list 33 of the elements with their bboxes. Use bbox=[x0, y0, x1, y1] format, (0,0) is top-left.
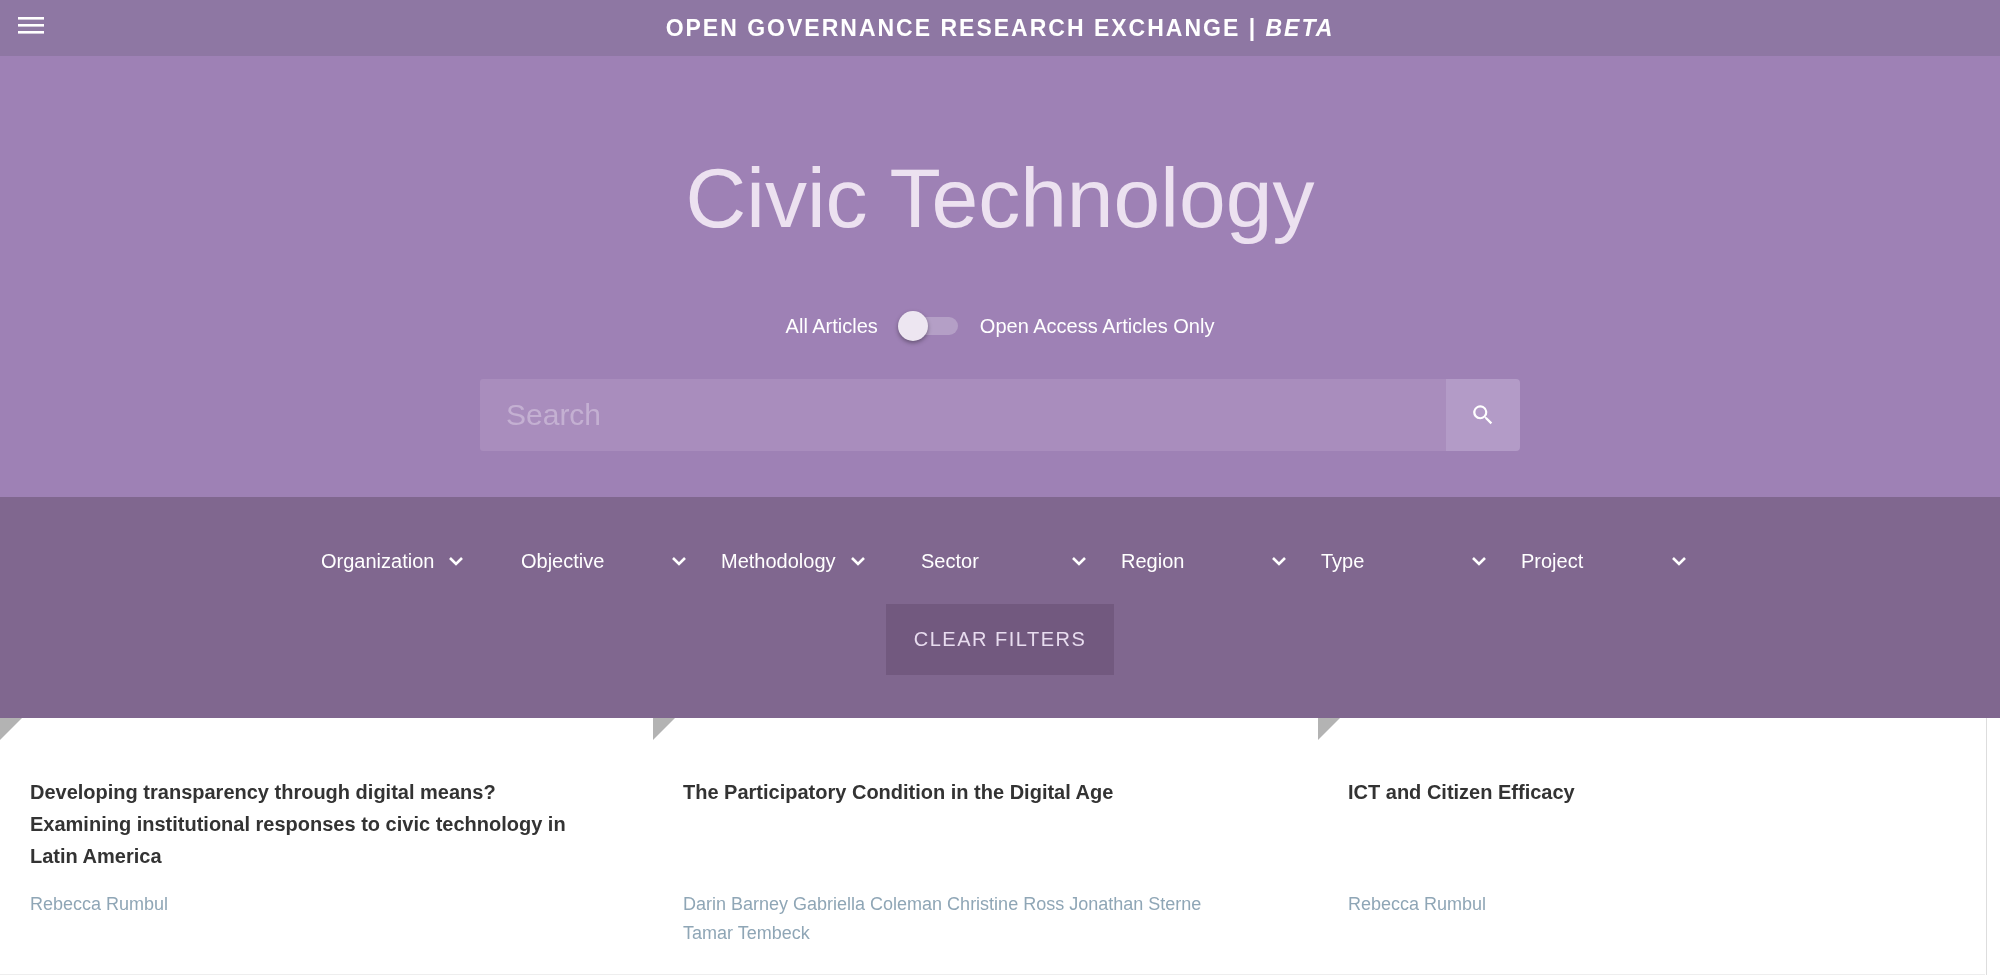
chevron-icon bbox=[849, 556, 866, 567]
filter-dropdown[interactable]: Type bbox=[1315, 549, 1515, 574]
article-card[interactable]: ICT and Citizen Efficacy Rebecca Rumbul bbox=[1318, 718, 1985, 975]
article-authors[interactable]: Darin Barney Gabriella Coleman Christine Ross Jonathan Sterne Tamar Tembeck bbox=[683, 890, 1243, 948]
chevron-icon bbox=[448, 556, 465, 567]
filter-dropdown[interactable]: Objective bbox=[515, 549, 715, 574]
article-authors[interactable]: Rebecca Rumbul bbox=[30, 890, 590, 919]
page-title: Civic Technology bbox=[685, 150, 1315, 247]
article-title[interactable]: The Participatory Condition in the Digital Age bbox=[683, 776, 1253, 872]
article-title[interactable]: Developing transparency through digital means? Examining institutional responses to civic technology in Latin America bbox=[30, 776, 600, 872]
filter-dropdown[interactable]: Methodology bbox=[715, 549, 915, 574]
filter-dropdown[interactable]: Project bbox=[1515, 549, 1715, 574]
corner-icon bbox=[653, 718, 675, 740]
access-toggle[interactable] bbox=[899, 313, 958, 339]
menu-icon[interactable] bbox=[18, 15, 44, 35]
chevron-icon bbox=[1271, 556, 1287, 567]
filter-dropdown[interactable]: Sector bbox=[915, 549, 1115, 574]
article-authors[interactable]: Rebecca Rumbul bbox=[1348, 890, 1908, 919]
toggle-label: All Articles bbox=[785, 314, 878, 338]
chevron-icon bbox=[1671, 556, 1687, 567]
filter-dropdown[interactable]: Region bbox=[1115, 549, 1315, 574]
site-title: OPEN GOVERNANCE RESEARCH EXCHANGE | BETA bbox=[665, 14, 1335, 42]
article-card[interactable]: The Participatory Condition in the Digital Age Darin Barney Gabriella Coleman Christine Ross Jonathan Sterne Tamar Tembeck bbox=[653, 718, 1318, 975]
chevron-icon bbox=[1071, 556, 1087, 567]
article-card[interactable]: Developing transparency through digital means? Examining institutional responses to civic technology in Latin America Rebecca Rumbul bbox=[0, 718, 653, 975]
filter-dropdown[interactable]: Organization bbox=[315, 549, 515, 574]
corner-icon bbox=[1318, 718, 1340, 740]
clear-filters-button[interactable]: CLEAR FILTERS bbox=[886, 604, 1114, 675]
corner-icon bbox=[0, 718, 22, 740]
chevron-icon bbox=[671, 556, 687, 567]
chevron-icon bbox=[1471, 556, 1487, 567]
toggle-label: Open Access Articles Only bbox=[979, 314, 1215, 338]
article-title[interactable]: ICT and Citizen Efficacy bbox=[1348, 776, 1918, 872]
